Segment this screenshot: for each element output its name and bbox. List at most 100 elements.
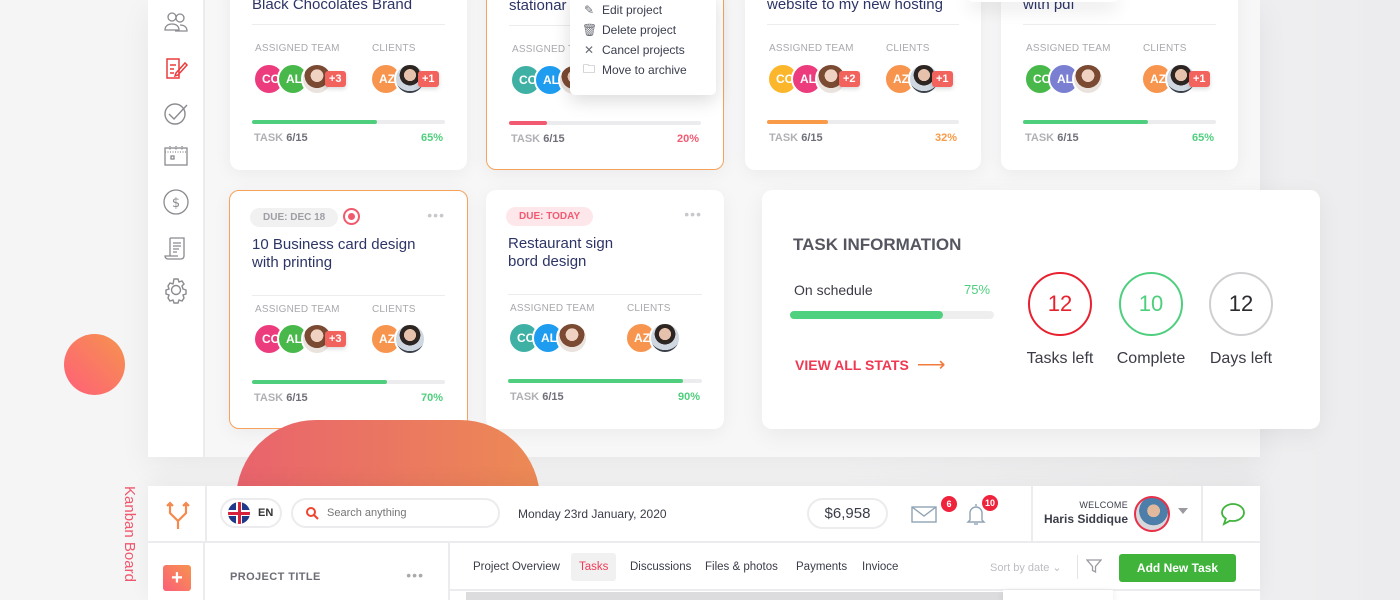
clients-label: CLIENTS bbox=[372, 304, 416, 315]
progress-fill bbox=[252, 380, 388, 384]
add-new-task-button[interactable]: Add New Task bbox=[1119, 554, 1236, 582]
avatar-photo[interactable] bbox=[1072, 63, 1104, 95]
more-options-icon[interactable]: ••• bbox=[406, 567, 424, 583]
card-title: stationar bbox=[509, 0, 567, 14]
user-name: Haris Siddique bbox=[1043, 512, 1128, 526]
stat-label: Days left bbox=[1209, 350, 1273, 367]
search-field[interactable] bbox=[327, 507, 497, 519]
card-title: 10 Business card design with printing bbox=[252, 236, 415, 272]
progress-fill bbox=[252, 120, 378, 124]
task-value: 6/15 bbox=[543, 133, 565, 145]
trash-icon: 🗑 bbox=[582, 23, 598, 37]
menu-item-cancel-projects[interactable]: ✕ Cancel projects bbox=[582, 41, 685, 59]
add-button[interactable]: + bbox=[163, 565, 191, 591]
task-count: TASK 6/15 bbox=[254, 392, 308, 404]
language-selector[interactable]: EN bbox=[220, 498, 282, 528]
tab-discussions[interactable]: Discussions bbox=[622, 553, 699, 581]
divider bbox=[767, 24, 959, 25]
sidebar-item-settings[interactable] bbox=[162, 276, 190, 304]
view-all-stats-link[interactable]: VIEW ALL STATS ⟶ bbox=[795, 352, 945, 377]
project-card[interactable]: DUE: TODAY ••• Restaurant sign bord desig… bbox=[486, 190, 724, 429]
edit-document-icon bbox=[166, 58, 189, 79]
task-label: TASK bbox=[254, 392, 284, 404]
progress-bar bbox=[509, 121, 701, 125]
project-card[interactable]: DUE: DEC 18 ••• 10 Business card design w… bbox=[229, 190, 468, 429]
clients-label: CLIENTS bbox=[1143, 43, 1187, 54]
current-date: Monday 23rd January, 2020 bbox=[518, 507, 667, 521]
calendar-icon bbox=[164, 146, 188, 166]
stat-label: Complete bbox=[1116, 350, 1186, 367]
divider bbox=[508, 294, 702, 295]
more-options-icon[interactable]: ••• bbox=[684, 206, 702, 222]
card-title: with pdf bbox=[1023, 0, 1075, 13]
menu-item-label: Move to archive bbox=[602, 63, 687, 77]
tab-tasks[interactable]: Tasks bbox=[571, 553, 617, 581]
clients: AZ +1 bbox=[1141, 63, 1221, 95]
assigned-team: CO AL bbox=[1024, 63, 1124, 95]
sidebar-item-calendar[interactable] bbox=[162, 142, 190, 170]
menu-item-move-to-archive[interactable]: 🗀 Move to archive bbox=[582, 61, 687, 79]
stat-label: Tasks left bbox=[1026, 350, 1094, 367]
task-value: 6/15 bbox=[542, 391, 564, 403]
kanban-app-window: EN Monday 23rd January, 2020 $6,958 6 10… bbox=[148, 486, 1260, 600]
mail-count-badge: 6 bbox=[941, 496, 957, 512]
user-avatar[interactable] bbox=[1134, 496, 1170, 532]
mail-icon bbox=[911, 506, 937, 523]
mail-button[interactable] bbox=[911, 506, 937, 528]
more-count-badge: +1 bbox=[1189, 71, 1210, 87]
progress-bar bbox=[1023, 120, 1216, 124]
chat-button[interactable] bbox=[1220, 502, 1246, 531]
task-label: TASK bbox=[769, 132, 799, 144]
top-bar: EN Monday 23rd January, 2020 $6,958 6 10… bbox=[148, 486, 1260, 543]
schedule-label: On schedule bbox=[794, 282, 873, 298]
sidebar-item-projects[interactable] bbox=[162, 54, 190, 82]
task-count: TASK 6/15 bbox=[511, 133, 565, 145]
chevron-down-icon[interactable] bbox=[1178, 508, 1188, 514]
sidebar-item-team[interactable] bbox=[162, 8, 190, 36]
avatar-photo[interactable] bbox=[556, 322, 588, 354]
balance-display[interactable]: $6,958 bbox=[807, 498, 888, 529]
tab-payments[interactable]: Payments bbox=[788, 553, 855, 581]
sidebar-item-payments[interactable]: $ bbox=[162, 188, 190, 216]
menu-item-label: Delete project bbox=[602, 23, 677, 37]
search-input[interactable] bbox=[291, 498, 500, 528]
progress-percent: 70% bbox=[420, 392, 443, 404]
divider bbox=[1023, 24, 1216, 25]
users-icon bbox=[164, 12, 188, 32]
more-options-icon[interactable]: ••• bbox=[427, 207, 445, 223]
menu-item-delete-project[interactable]: 🗑 Delete project bbox=[582, 21, 676, 39]
project-card[interactable]: website to my new hosting ASSIGNED TEAM … bbox=[745, 0, 981, 170]
assigned-team: CO AL +3 bbox=[253, 323, 353, 355]
logo-icon[interactable] bbox=[164, 500, 192, 530]
divider bbox=[1201, 486, 1203, 543]
schedule-progress-fill bbox=[790, 311, 943, 319]
avatar-photo[interactable] bbox=[394, 323, 426, 355]
filter-button[interactable] bbox=[1085, 558, 1103, 579]
scrollbar[interactable] bbox=[466, 592, 1050, 600]
tab-files-photos[interactable]: Files & photos bbox=[697, 553, 786, 581]
tab-project-overview[interactable]: Project Overview bbox=[465, 553, 568, 581]
task-count: TASK 6/15 bbox=[1025, 132, 1079, 144]
project-card[interactable]: Black Chocolates Brand ASSIGNED TEAM CLI… bbox=[230, 0, 467, 170]
invoice-scroll-icon bbox=[164, 237, 185, 260]
progress-percent: 32% bbox=[934, 132, 957, 144]
sort-dropdown[interactable]: Sort by date ⌄ bbox=[990, 561, 1062, 574]
uk-flag-icon bbox=[228, 502, 250, 524]
notification-count-badge: 10 bbox=[982, 495, 999, 511]
divider bbox=[252, 24, 445, 25]
search-icon bbox=[306, 507, 319, 520]
progress-fill bbox=[767, 120, 829, 124]
decorative-circle bbox=[64, 334, 125, 395]
more-count-badge: +3 bbox=[325, 71, 346, 87]
avatar-photo[interactable] bbox=[649, 322, 681, 354]
filter-icon bbox=[1085, 559, 1103, 574]
project-card[interactable]: with pdf ASSIGNED TEAM CLIENTS CO AL AZ … bbox=[1001, 0, 1238, 170]
card-title: website to my new hosting bbox=[767, 0, 943, 13]
close-icon: ✕ bbox=[583, 43, 595, 57]
sidebar-item-invoices[interactable] bbox=[162, 234, 190, 262]
menu-item-edit-project[interactable]: ✎ Edit project bbox=[582, 1, 662, 19]
sidebar-item-tasks[interactable] bbox=[162, 99, 190, 127]
kanban-board-label: Kanban Board bbox=[118, 486, 138, 600]
tab-invoice[interactable]: Invioce bbox=[854, 553, 906, 581]
task-count: TASK 6/15 bbox=[769, 132, 823, 144]
